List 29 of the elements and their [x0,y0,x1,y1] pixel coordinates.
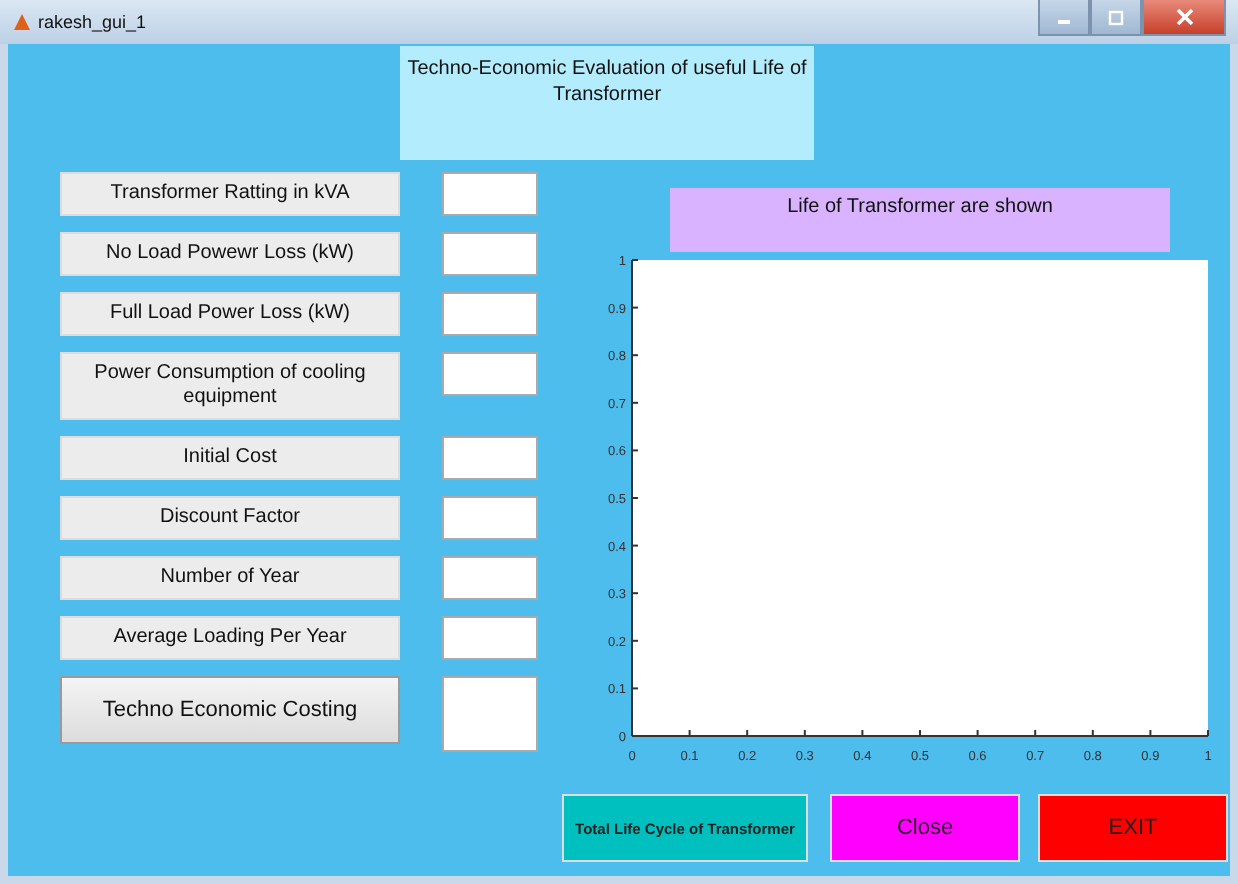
field-label: Number of Year [60,556,400,600]
action-button[interactable]: Close [830,794,1020,862]
field-label: Full Load Power Loss (kW) [60,292,400,336]
close-icon [1175,8,1193,26]
window-title: rakesh_gui_1 [38,12,147,32]
input-field[interactable] [442,172,538,216]
plot-title: Life of Transformer are shown [670,188,1170,252]
maximize-button[interactable] [1090,0,1142,36]
input-field[interactable] [442,616,538,660]
minimize-button[interactable] [1038,0,1090,36]
costing-button[interactable]: Techno Economic Costing [60,676,400,744]
field-label: Average Loading Per Year [60,616,400,660]
app-banner: Techno-Economic Evaluation of useful Life of Transformer [400,46,814,160]
result-field[interactable] [442,676,538,752]
field-label: Power Consumption of cooling equipment [60,352,400,420]
app-icon [12,12,32,32]
field-label: No Load Powewr Loss (kW) [60,232,400,276]
input-field[interactable] [442,352,538,396]
field-label: Discount Factor [60,496,400,540]
close-button[interactable] [1142,0,1226,36]
input-field[interactable] [442,232,538,276]
field-label: Transformer Ratting in kVA [60,172,400,216]
input-field[interactable] [442,496,538,540]
input-field[interactable] [442,556,538,600]
maximize-icon [1108,9,1124,25]
action-button[interactable]: EXIT [1038,794,1228,862]
input-field[interactable] [442,292,538,336]
input-field[interactable] [442,436,538,480]
field-label: Initial Cost [60,436,400,480]
